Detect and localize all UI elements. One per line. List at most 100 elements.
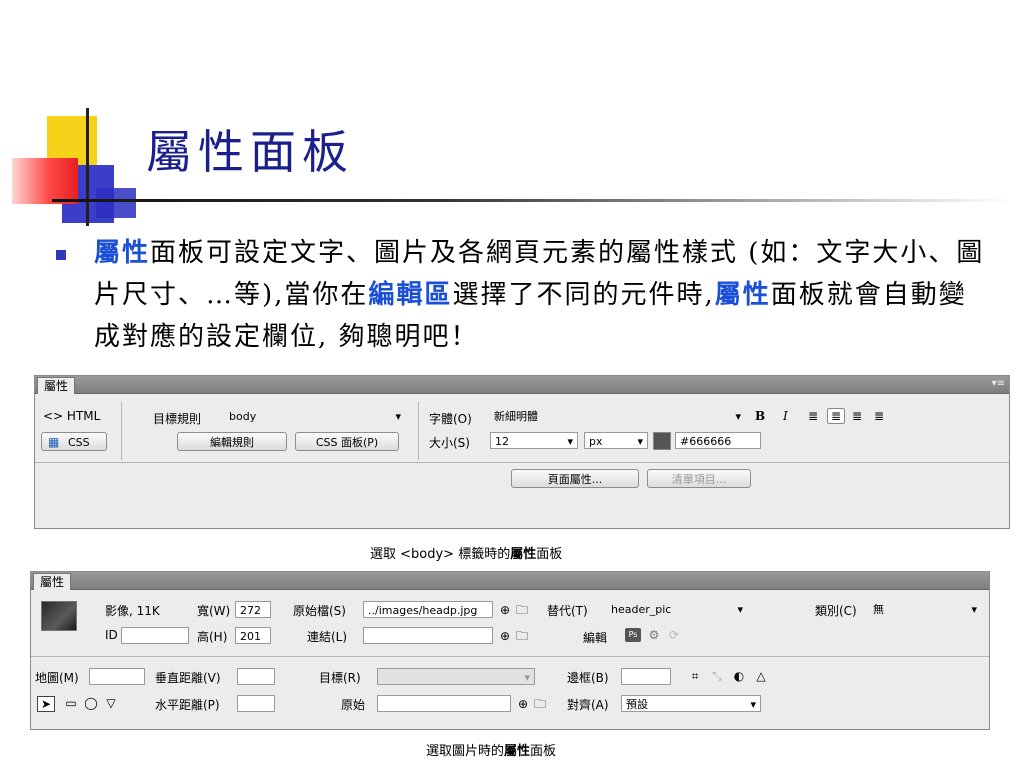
target-label: 目標(R) (319, 671, 361, 685)
image-info-label: 影像, 11K (105, 604, 160, 618)
resample-icon: ⤡ (712, 669, 722, 683)
caption-body-post: 面板 (536, 547, 563, 562)
vspace-label: 垂直距離(V) (155, 671, 221, 685)
folder-icon[interactable]: 🗀 (515, 629, 529, 643)
class-label: 類別(C) (815, 604, 857, 618)
height-label: 高(H) (197, 630, 228, 644)
panel-titlebar: 屬性 ▾≡ (35, 376, 1009, 394)
caption-image-bold: 屬性 (504, 744, 531, 759)
color-picker-swatch[interactable] (653, 432, 671, 450)
folder-icon[interactable]: 🗀 (533, 697, 547, 711)
map-label: 地圖(M) (35, 671, 79, 685)
folder-icon[interactable]: 🗀 (515, 603, 529, 617)
font-label: 字體(O) (429, 412, 472, 426)
bullet-text-part-2: 選擇了不同的元件時, (452, 280, 715, 310)
css-icon: ▦ (48, 435, 60, 449)
panel-tab[interactable]: 屬性 (37, 377, 76, 394)
divider (121, 402, 122, 460)
highlight-edit-area: 編輯區 (368, 280, 453, 310)
class-select[interactable]: 無 (869, 601, 981, 618)
css-mode-button[interactable]: ▦ CSS (41, 432, 107, 451)
brightness-contrast-icon[interactable]: ◐ (731, 669, 747, 683)
color-value-field[interactable]: #666666 (675, 432, 761, 449)
id-field[interactable] (121, 627, 189, 644)
row-divider (31, 656, 989, 657)
align-right-icon[interactable]: ≣ (849, 409, 865, 423)
font-select[interactable]: 新細明體 (490, 408, 745, 425)
original-field[interactable] (377, 695, 511, 712)
align-left-icon[interactable]: ≣ (805, 409, 821, 423)
highlight-properties: 屬性 (94, 238, 151, 268)
size-select[interactable]: 12 (490, 432, 578, 449)
align-select[interactable]: 預設 (621, 695, 761, 712)
decor-vertical-line (86, 108, 89, 226)
caption-image-panel: 選取圖片時的屬性面板 (426, 740, 556, 759)
point-to-file-icon[interactable]: ⊕ (498, 603, 512, 617)
width-label: 寬(W) (197, 604, 231, 618)
properties-panel-image: 屬性 影像, 11K 寬(W) 272 ID 高(H) 201 原始檔(S) .… (30, 571, 990, 730)
italic-button[interactable]: I (783, 409, 788, 423)
html-mode-button[interactable]: <> HTML (43, 409, 100, 423)
divider (418, 402, 419, 460)
bullet-text: 屬性面板可設定文字、圖片及各網頁元素的屬性樣式 (如：文字大小、圖片尺寸、…等)… (94, 232, 994, 358)
css-panel-button[interactable]: CSS 面板(P) (295, 432, 399, 451)
border-field[interactable] (621, 668, 671, 685)
sharpen-icon[interactable]: △ (753, 669, 769, 683)
update-icon: ⟳ (668, 628, 680, 642)
align-label: 對齊(A) (567, 698, 609, 712)
hspace-label: 水平距離(P) (155, 698, 220, 712)
css-mode-label: CSS (68, 436, 90, 449)
edit-settings-icon[interactable]: ⚙ (647, 628, 661, 642)
target-rule-label: 目標規則 (153, 412, 202, 426)
link-label: 連結(L) (307, 630, 348, 644)
image-thumbnail (41, 601, 77, 631)
caption-body-panel: 選取 <body> 標籤時的屬性面板 (370, 543, 562, 562)
id-label: ID (105, 628, 118, 642)
decor-blue-square-2 (96, 188, 136, 218)
original-label: 原始 (341, 698, 366, 712)
bold-button[interactable]: B (755, 409, 765, 423)
align-justify-icon[interactable]: ≣ (871, 409, 887, 423)
slide-title: 屬性面板 (146, 125, 354, 179)
alt-select[interactable]: header_pic (607, 601, 747, 618)
map-field[interactable] (89, 668, 145, 685)
row-divider (35, 462, 1009, 463)
panel-menu-icon[interactable]: ▾≡ (992, 378, 1005, 389)
properties-panel-body: 屬性 ▾≡ <> HTML ▦ CSS 目標規則 body 編輯規則 CSS 面… (34, 375, 1010, 529)
height-field[interactable]: 201 (235, 627, 271, 644)
page-properties-button[interactable]: 頁面屬性... (511, 469, 639, 488)
vspace-field[interactable] (237, 668, 275, 685)
point-to-file-icon[interactable]: ⊕ (516, 697, 530, 711)
src-label: 原始檔(S) (293, 604, 346, 618)
link-field[interactable] (363, 627, 493, 644)
caption-image-pre: 選取圖片時的 (426, 744, 505, 759)
edit-rule-button[interactable]: 編輯規則 (177, 432, 287, 451)
list-item-button: 清單項目... (647, 469, 751, 488)
alt-label: 替代(T) (547, 604, 588, 618)
edit-label: 編輯 (583, 631, 608, 645)
src-field[interactable]: ../images/headp.jpg (363, 601, 493, 618)
target-select (377, 668, 535, 685)
circle-hotspot-icon[interactable]: ◯ (83, 696, 99, 710)
caption-body-bold: 屬性 (510, 547, 537, 562)
align-center-icon[interactable]: ≣ (827, 408, 845, 424)
photoshop-icon[interactable]: Ps (625, 628, 641, 642)
rectangle-hotspot-icon[interactable]: ▭ (63, 696, 79, 710)
hspace-field[interactable] (237, 695, 275, 712)
highlight-properties-2: 屬性 (714, 280, 771, 310)
pointer-hotspot-icon[interactable]: ➤ (37, 696, 55, 712)
bullet-icon (56, 250, 66, 260)
polygon-hotspot-icon[interactable]: ▽ (103, 696, 119, 710)
crop-icon[interactable]: ⌗ (687, 669, 703, 683)
target-rule-select[interactable]: body (225, 408, 405, 425)
point-to-file-icon[interactable]: ⊕ (498, 629, 512, 643)
decor-red-square (12, 158, 78, 204)
size-label: 大小(S) (429, 436, 470, 450)
caption-body-pre: 選取 <body> 標籤時的 (370, 547, 511, 562)
caption-image-post: 面板 (530, 744, 557, 759)
panel-tab[interactable]: 屬性 (33, 573, 72, 590)
width-field[interactable]: 272 (235, 601, 271, 618)
border-label: 邊框(B) (567, 671, 609, 685)
unit-select[interactable]: px (584, 432, 648, 449)
panel-titlebar: 屬性 (31, 572, 989, 590)
